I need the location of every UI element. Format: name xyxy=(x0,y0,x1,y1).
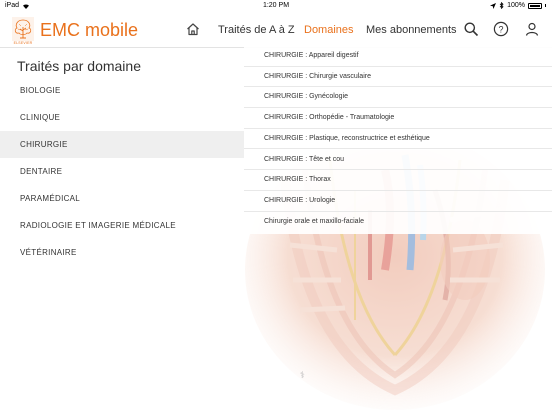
domain-item-paramedical[interactable]: PARAMÉDICAL xyxy=(0,185,244,212)
submenu-item-maxillo-faciale[interactable]: Chirurgie orale et maxillo-faciale xyxy=(244,212,552,233)
tab-mes-abonnements[interactable]: Mes abonnements xyxy=(366,24,457,36)
logo-caption: ELSEVIER xyxy=(13,41,33,45)
search-icon[interactable] xyxy=(463,21,479,37)
app-title: EMC mobile xyxy=(40,20,139,40)
app-screen: iPad 1:20 PM 100% ELSEVIER EMC mobile Tr… xyxy=(0,0,552,414)
chirurgie-submenu: CHIRURGIE : Appareil digestif CHIRURGIE … xyxy=(244,46,552,234)
domain-item-veterinaire[interactable]: VÉTÉRINAIRE xyxy=(0,239,244,266)
tab-traites-a-z[interactable]: Traités de A à Z xyxy=(218,24,295,36)
nav-bar: ELSEVIER EMC mobile Traités de A à Z Dom… xyxy=(0,12,552,48)
submenu-item-appareil-digestif[interactable]: CHIRURGIE : Appareil digestif xyxy=(244,46,552,67)
submenu-item-chirurgie-vasculaire[interactable]: CHIRURGIE : Chirurgie vasculaire xyxy=(244,67,552,88)
domain-item-biologie[interactable]: BIOLOGIE xyxy=(0,77,244,104)
tab-domaines[interactable]: Domaines xyxy=(304,24,354,36)
battery-icon xyxy=(528,2,542,9)
battery-percent: 100% xyxy=(507,2,525,9)
status-time: 1:20 PM xyxy=(262,2,290,9)
submenu-item-orthopedie[interactable]: CHIRURGIE : Orthopédie - Traumatologie xyxy=(244,108,552,129)
status-right: 100% xyxy=(490,2,546,9)
battery-tip xyxy=(545,4,546,7)
domain-item-clinique[interactable]: CLINIQUE xyxy=(0,104,244,131)
panel-title: Traités par domaine xyxy=(17,58,141,74)
submenu-item-tete-et-cou[interactable]: CHIRURGIE : Tête et cou xyxy=(244,150,552,171)
svg-text:⚕: ⚕ xyxy=(300,370,305,380)
user-icon[interactable] xyxy=(524,21,540,37)
svg-text:?: ? xyxy=(498,25,503,35)
submenu-item-plastique[interactable]: CHIRURGIE : Plastique, reconstructrice e… xyxy=(244,129,552,150)
domain-item-dentaire[interactable]: DENTAIRE xyxy=(0,158,244,185)
elsevier-tree-logo-icon[interactable] xyxy=(12,17,34,41)
domain-panel: Traités par domaine BIOLOGIE CLINIQUE CH… xyxy=(0,49,244,414)
submenu-item-thorax[interactable]: CHIRURGIE : Thorax xyxy=(244,170,552,191)
bluetooth-icon xyxy=(499,2,504,9)
submenu-item-gynecologie[interactable]: CHIRURGIE : Gynécologie xyxy=(244,87,552,109)
location-icon xyxy=(490,2,497,9)
domain-item-chirurgie[interactable]: CHIRURGIE xyxy=(0,131,244,158)
home-icon[interactable] xyxy=(185,21,201,37)
status-bar: iPad 1:20 PM 100% xyxy=(0,0,552,12)
submenu-item-urologie[interactable]: CHIRURGIE : Urologie xyxy=(244,191,552,212)
domain-item-radiologie[interactable]: RADIOLOGIE ET IMAGERIE MÉDICALE xyxy=(0,212,244,239)
help-icon[interactable]: ? xyxy=(493,21,509,37)
